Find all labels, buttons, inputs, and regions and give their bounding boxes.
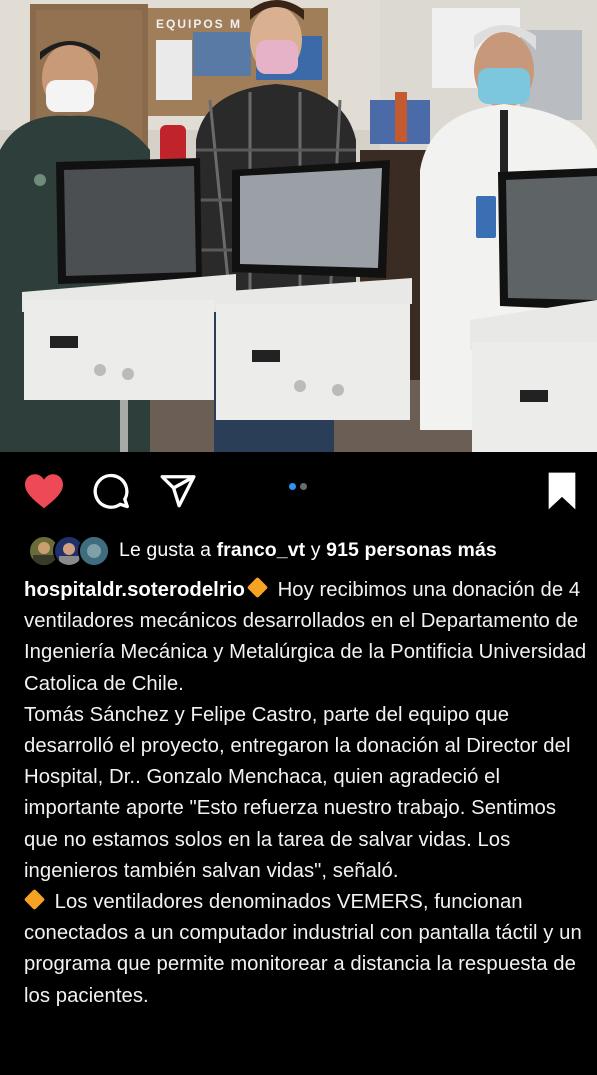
caption-username[interactable]: hospitaldr.soterodelrio [24, 579, 245, 601]
likes-count[interactable]: 915 personas más [326, 539, 497, 561]
orange-diamond-icon [23, 888, 46, 911]
action-bar [0, 452, 597, 528]
liker-username[interactable]: franco_vt [217, 539, 306, 561]
heart-icon[interactable] [23, 472, 65, 515]
likes-row[interactable]: Le gusta a franco_vt y 915 personas más [28, 533, 497, 567]
comment-icon[interactable] [92, 472, 130, 515]
orange-diamond-icon [246, 576, 269, 599]
likes-text: Le gusta a franco_vt y 915 personas más [119, 538, 497, 561]
liker-avatars [28, 534, 110, 567]
share-icon[interactable] [158, 472, 198, 515]
bookmark-icon[interactable] [545, 471, 579, 516]
avatar [78, 535, 110, 567]
carousel-dot [300, 483, 307, 490]
carousel-dot-active [289, 483, 296, 490]
carousel-indicator [289, 483, 307, 490]
caption-paragraph: Tomás Sánchez y Felipe Castro, parte del… [24, 703, 571, 882]
caption-paragraph: hospitaldr.soterodelrio Hoy recibimos un… [24, 575, 590, 700]
post-photo[interactable]: EQUIPOS M [0, 0, 597, 452]
post-caption: hospitaldr.soterodelrio Hoy recibimos un… [23, 575, 590, 1012]
caption-paragraph: Los ventiladores denominados VEMERS, fun… [23, 887, 590, 1012]
board-text: EQUIPOS M [156, 17, 242, 31]
